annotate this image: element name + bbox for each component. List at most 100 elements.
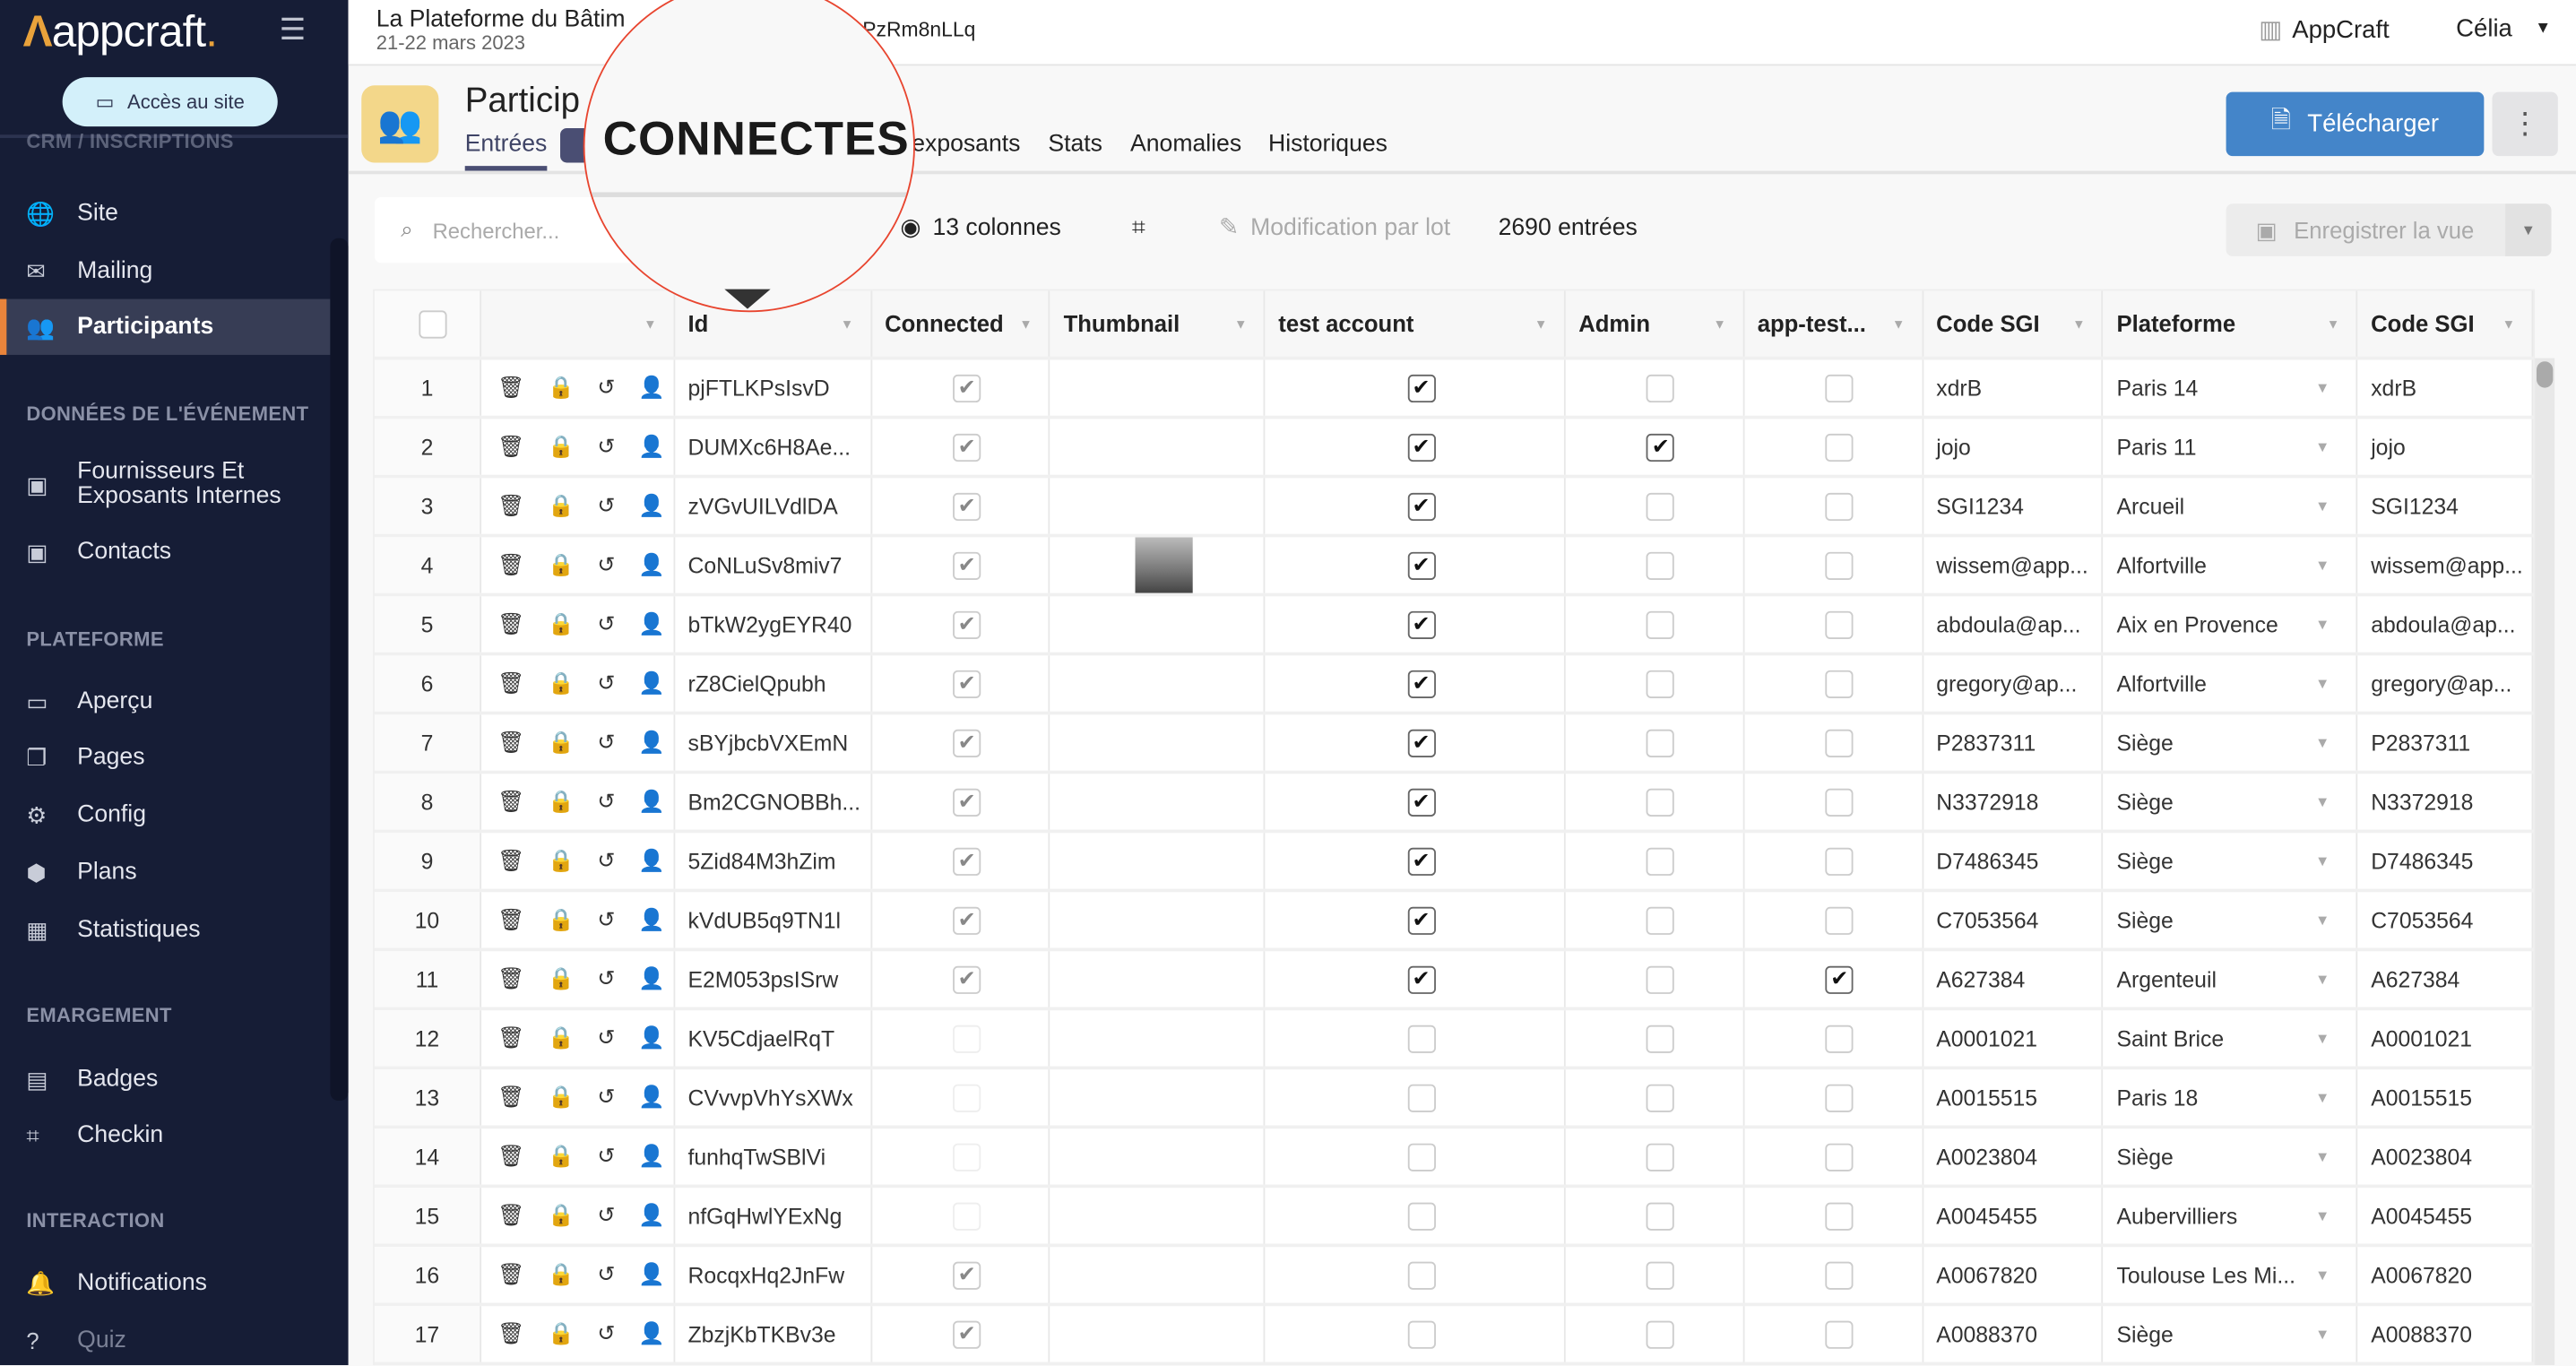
admin-checkbox[interactable] bbox=[1647, 1260, 1675, 1289]
lock-icon[interactable]: 🔒 bbox=[548, 730, 575, 756]
connected-checkbox[interactable]: ✔ bbox=[952, 1319, 981, 1348]
user-icon[interactable]: 👤 bbox=[638, 907, 665, 933]
table-row[interactable]: 16 🗑 🔒 ↺ 👤 RocqxHq2JnFw ✔ A0067820 Toulouse… bbox=[374, 1247, 2534, 1307]
admin-checkbox[interactable] bbox=[1647, 373, 1675, 402]
code-sgi-cell[interactable]: A0045455 bbox=[1923, 1188, 2104, 1244]
column-header[interactable]: Code SGI ▼ bbox=[2357, 290, 2534, 357]
id-cell[interactable]: KV5CdjaelRqT bbox=[675, 1010, 872, 1067]
thumbnail-cell[interactable] bbox=[1050, 951, 1266, 1007]
user-icon[interactable]: 👤 bbox=[638, 730, 665, 756]
user-icon[interactable]: 👤 bbox=[638, 493, 665, 519]
app-test-checkbox[interactable] bbox=[1825, 669, 1854, 698]
id-cell[interactable]: funhqTwSBlVi bbox=[675, 1128, 872, 1185]
code-sgi-cell[interactable]: A0001021 bbox=[1923, 1010, 2104, 1067]
sidebar-item-contacts[interactable]: ▣ Contacts bbox=[0, 524, 330, 580]
code-sgi-cell[interactable]: N3372918 bbox=[1923, 774, 2104, 830]
admin-checkbox[interactable] bbox=[1647, 491, 1675, 521]
test-account-checkbox[interactable]: ✔ bbox=[1406, 432, 1436, 462]
trash-icon[interactable]: 🗑 bbox=[497, 789, 524, 815]
test-account-checkbox[interactable] bbox=[1406, 1319, 1436, 1348]
id-cell[interactable]: sBYjbcbVXEmN bbox=[675, 714, 872, 771]
code-sgi-cell[interactable]: abdoula@ap... bbox=[1923, 596, 2104, 653]
admin-checkbox[interactable] bbox=[1647, 669, 1675, 698]
sort-caret-icon[interactable]: ▼ bbox=[1019, 316, 1033, 331]
sidebar-item-apercu[interactable]: ▭ Aperçu bbox=[0, 673, 330, 729]
tab-entrees[interactable]: Entrées bbox=[464, 132, 548, 171]
thumbnail-cell[interactable] bbox=[1050, 359, 1266, 416]
connected-checkbox[interactable]: ✔ bbox=[952, 728, 981, 757]
user-icon[interactable]: 👤 bbox=[638, 611, 665, 637]
code-sgi-cell[interactable]: xdrB bbox=[2358, 359, 2534, 416]
id-cell[interactable]: DUMXc6H8Ae... bbox=[675, 419, 872, 475]
thumbnail-cell[interactable] bbox=[1050, 774, 1266, 830]
plateforme-select[interactable]: Siège ▼ bbox=[2104, 1128, 2358, 1185]
plateforme-select[interactable]: Arcueil ▼ bbox=[2104, 478, 2358, 534]
thumbnail-cell[interactable] bbox=[1050, 714, 1266, 771]
table-row[interactable]: 2 🗑 🔒 ↺ 👤 DUMXc6H8Ae... ✔ ✔ ✔ jojo Paris 11… bbox=[374, 419, 2534, 479]
code-sgi-cell[interactable]: abdoula@ap... bbox=[2358, 596, 2534, 653]
sort-caret-icon[interactable]: ▼ bbox=[2072, 316, 2086, 331]
test-account-checkbox[interactable] bbox=[1406, 1201, 1436, 1230]
user-icon[interactable]: 👤 bbox=[638, 1085, 665, 1111]
code-sgi-cell[interactable]: A0067820 bbox=[2358, 1247, 2534, 1303]
user-icon[interactable]: 👤 bbox=[638, 1025, 665, 1051]
appcraft-logo[interactable]: Λappcraft. bbox=[23, 6, 218, 57]
lock-icon[interactable]: 🔒 bbox=[548, 434, 575, 460]
app-test-checkbox[interactable] bbox=[1825, 432, 1854, 462]
column-header[interactable]: Thumbnail ▼ bbox=[1050, 290, 1266, 357]
lock-icon[interactable]: 🔒 bbox=[548, 375, 575, 401]
thumbnail-cell[interactable] bbox=[1050, 1188, 1266, 1244]
app-test-checkbox[interactable] bbox=[1825, 1142, 1854, 1171]
history-icon[interactable]: ↺ bbox=[597, 730, 615, 756]
caret-down-icon[interactable]: ▼ bbox=[2535, 20, 2551, 38]
sidebar-item-mailing[interactable]: ✉ Mailing bbox=[0, 243, 330, 298]
connected-checkbox[interactable]: ✔ bbox=[952, 964, 981, 993]
table-row[interactable]: 7 🗑 🔒 ↺ 👤 sBYjbcbVXEmN ✔ ✔ P2837311 Siège ▼ … bbox=[374, 714, 2534, 774]
admin-checkbox[interactable] bbox=[1647, 1201, 1675, 1230]
sidebar-item-config[interactable]: ⚙ Config bbox=[0, 787, 330, 843]
test-account-checkbox[interactable]: ✔ bbox=[1406, 550, 1436, 580]
lock-icon[interactable]: 🔒 bbox=[548, 1025, 575, 1051]
sidebar-item-fournisseurs[interactable]: ▣ Fournisseurs Et Exposants Internes bbox=[0, 454, 330, 516]
sidebar-item-badges[interactable]: ▤ Badges bbox=[0, 1051, 330, 1107]
test-account-checkbox[interactable]: ✔ bbox=[1406, 846, 1436, 876]
table-row[interactable]: 8 🗑 🔒 ↺ 👤 Bm2CGNOBBh... ✔ ✔ N3372918 Siège ▼… bbox=[374, 774, 2534, 834]
code-sgi-cell[interactable]: A0015515 bbox=[2358, 1069, 2534, 1126]
columns-button[interactable]: ◉ 13 colonnes bbox=[900, 215, 1060, 241]
code-sgi-cell[interactable]: P2837311 bbox=[1923, 714, 2104, 771]
lock-icon[interactable]: 🔒 bbox=[548, 1144, 575, 1170]
app-test-checkbox[interactable] bbox=[1825, 1024, 1854, 1052]
id-cell[interactable]: rZ8CielQpubh bbox=[675, 655, 872, 712]
plateforme-select[interactable]: Saint Brice ▼ bbox=[2104, 1010, 2358, 1067]
test-account-checkbox[interactable]: ✔ bbox=[1406, 905, 1436, 935]
column-header[interactable]: Admin ▼ bbox=[1566, 290, 1745, 357]
tab-anomalies[interactable]: Anomalies bbox=[1130, 132, 1241, 158]
user-icon[interactable]: 👤 bbox=[638, 848, 665, 874]
app-test-checkbox[interactable] bbox=[1825, 846, 1854, 876]
table-row[interactable]: 1 🗑 🔒 ↺ 👤 pjFTLKPsIsvD ✔ ✔ xdrB Paris 14 ▼ x… bbox=[374, 359, 2534, 419]
id-cell[interactable]: Bm2CGNOBBh... bbox=[675, 774, 872, 830]
admin-checkbox[interactable] bbox=[1647, 1319, 1675, 1348]
app-test-checkbox[interactable] bbox=[1825, 491, 1854, 521]
id-cell[interactable]: pjFTLKPsIsvD bbox=[675, 359, 872, 416]
table-row[interactable]: 12 🗑 🔒 ↺ 👤 KV5CdjaelRqT A0001021 Saint Bric… bbox=[374, 1010, 2534, 1070]
code-sgi-cell[interactable]: A0088370 bbox=[1923, 1306, 2104, 1362]
sort-caret-icon[interactable]: ▼ bbox=[2503, 316, 2516, 331]
code-sgi-cell[interactable]: gregory@ap... bbox=[2358, 655, 2534, 712]
table-row[interactable]: 11 🗑 🔒 ↺ 👤 E2M053psISrw ✔ ✔ ✔ A627384 Argen… bbox=[374, 951, 2534, 1011]
history-icon[interactable]: ↺ bbox=[597, 1321, 615, 1347]
admin-checkbox[interactable] bbox=[1647, 787, 1675, 817]
history-icon[interactable]: ↺ bbox=[597, 1085, 615, 1111]
table-row[interactable]: 10 🗑 🔒 ↺ 👤 kVdUB5q9TN1l ✔ ✔ C7053564 Siège ▼… bbox=[374, 892, 2534, 952]
connected-checkbox[interactable]: ✔ bbox=[952, 846, 981, 876]
admin-checkbox[interactable] bbox=[1647, 1142, 1675, 1171]
sort-caret-icon[interactable]: ▼ bbox=[1534, 316, 1548, 331]
user-icon[interactable]: 👤 bbox=[638, 375, 665, 401]
code-sgi-cell[interactable]: N3372918 bbox=[2358, 774, 2534, 830]
table-scrollbar[interactable] bbox=[2535, 358, 2555, 1366]
code-sgi-cell[interactable]: jojo bbox=[2358, 419, 2534, 475]
plateforme-select[interactable]: Siège ▼ bbox=[2104, 1306, 2358, 1362]
sidebar-scrollbar[interactable] bbox=[330, 238, 349, 1102]
plateforme-select[interactable]: Toulouse Les Mi... ▼ bbox=[2104, 1247, 2358, 1303]
id-cell[interactable]: CVvvpVhYsXWx bbox=[675, 1069, 872, 1126]
